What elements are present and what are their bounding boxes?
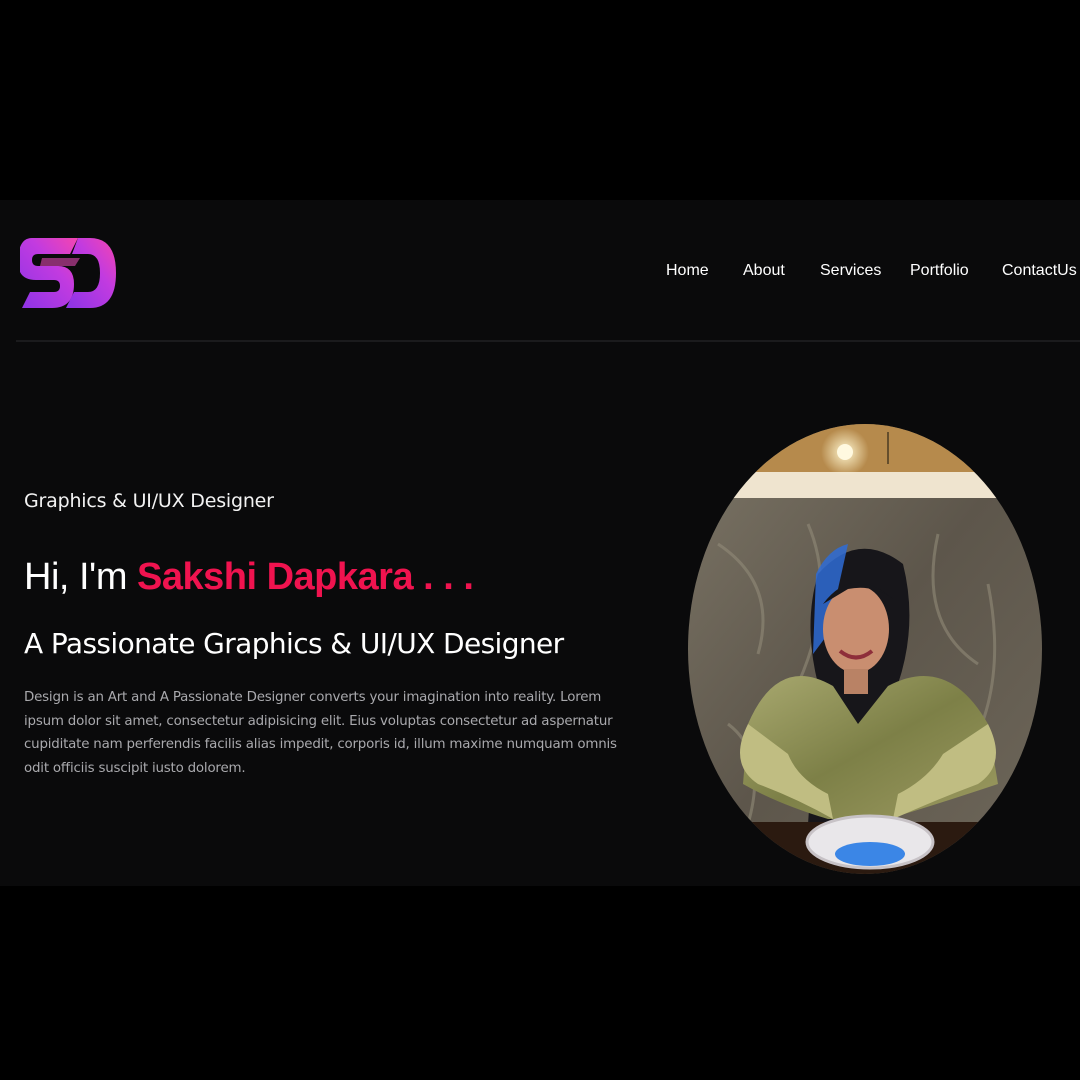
- hero-name: Sakshi Dapkara . . .: [137, 556, 474, 598]
- nav-home[interactable]: Home: [666, 262, 709, 280]
- nav-about[interactable]: About: [743, 262, 785, 280]
- hero-greeting: Hi, I'm Sakshi Dapkara . . .: [24, 556, 624, 599]
- portfolio-page: Home About Services Portfolio ContactUs …: [0, 200, 1080, 886]
- greeting-prefix: Hi, I'm: [24, 556, 138, 598]
- nav-portfolio[interactable]: Portfolio: [910, 262, 969, 280]
- site-header: Home About Services Portfolio ContactUs: [0, 200, 1080, 342]
- hero-tagline: A Passionate Graphics & UI/UX Designer: [24, 627, 564, 660]
- profile-photo: [688, 424, 1042, 874]
- hero-description: Design is an Art and A Passionate Design…: [24, 690, 617, 776]
- nav-services[interactable]: Services: [820, 262, 881, 280]
- nav-contactus[interactable]: ContactUs: [1002, 262, 1077, 280]
- hero-subtitle: Graphics & UI/UX Designer: [24, 490, 274, 512]
- header-divider: [16, 340, 1080, 342]
- hero-text: Graphics & UI/UX Designer Hi, I'm Sakshi…: [24, 490, 624, 780]
- main-nav: Home About Services Portfolio ContactUs: [0, 262, 1080, 286]
